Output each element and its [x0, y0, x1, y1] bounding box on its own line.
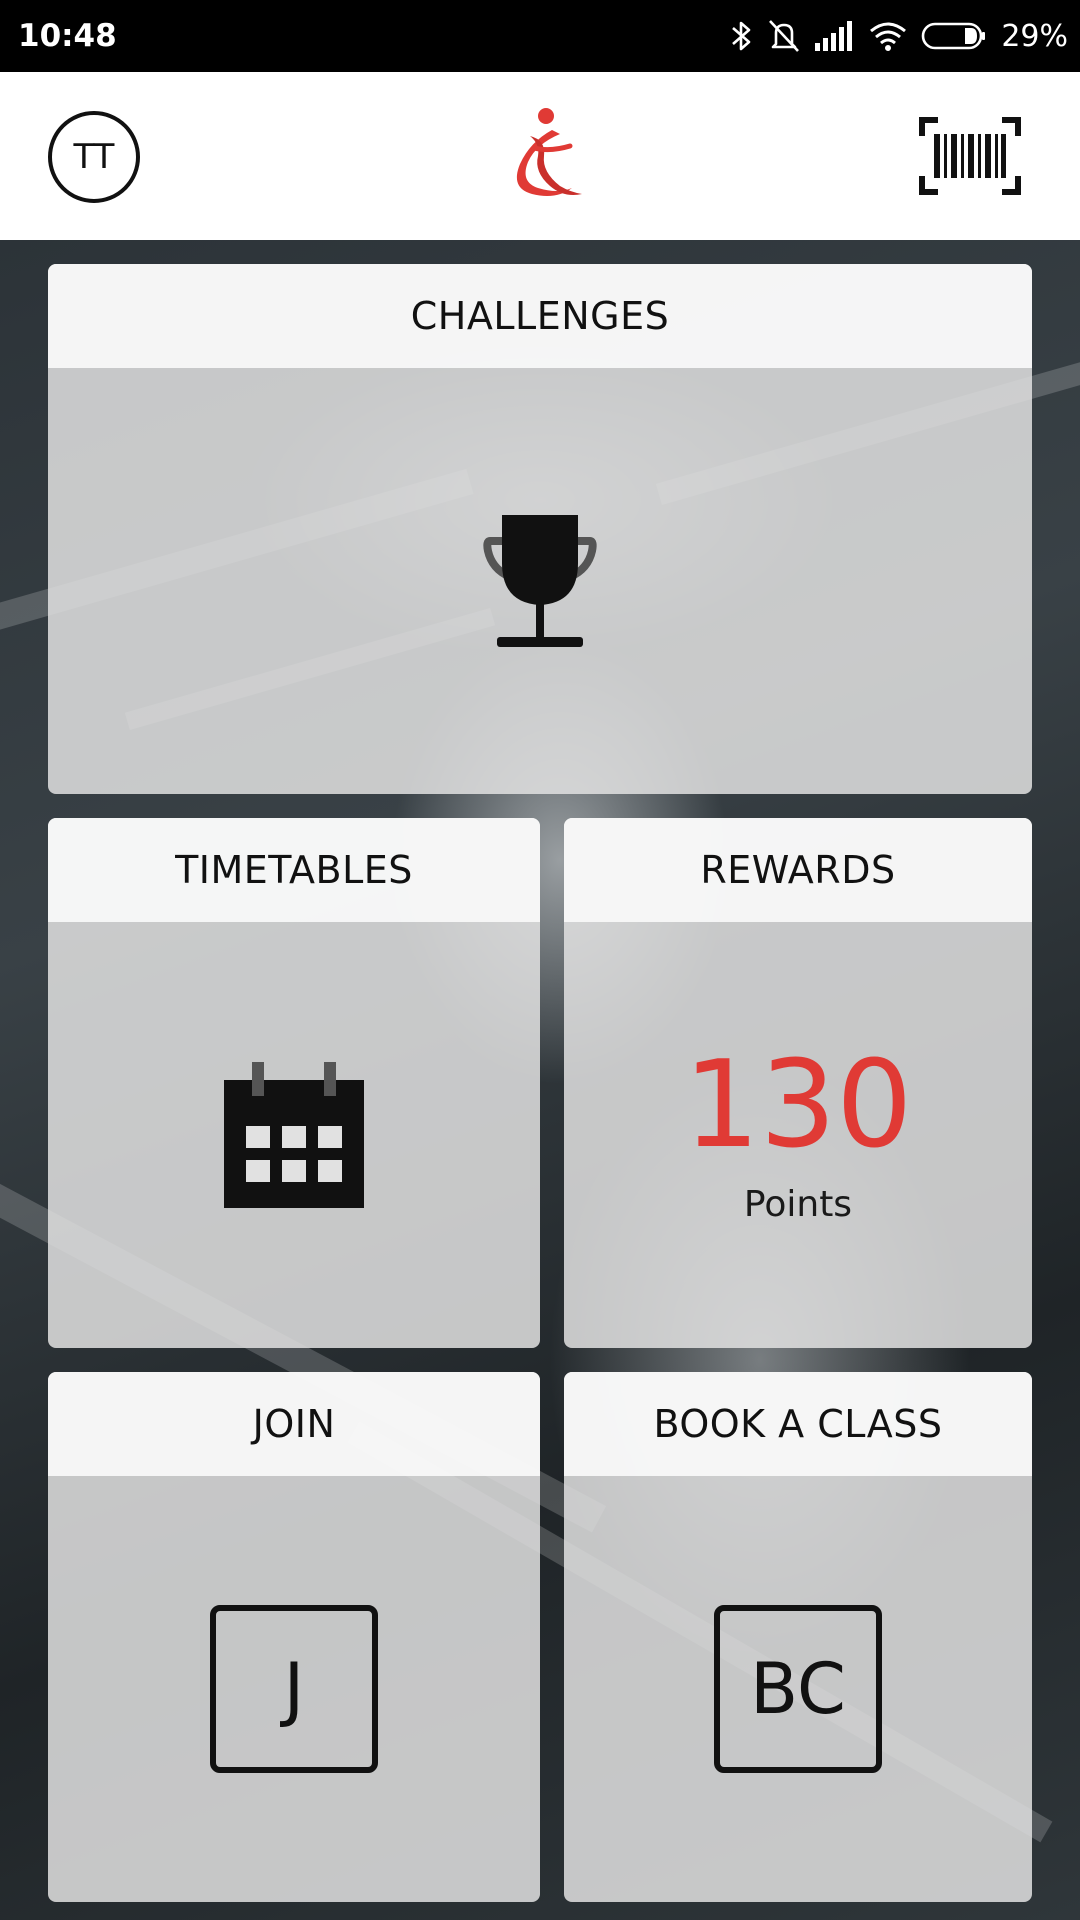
timetables-title: TIMETABLES [48, 818, 540, 922]
status-bar: 10:48 29% [0, 0, 1080, 72]
rewards-tile[interactable]: REWARDS 130 Points [564, 818, 1032, 1348]
avatar-initials: TT [73, 137, 115, 177]
book-a-class-icon: BC [714, 1605, 882, 1773]
challenges-tile[interactable]: CHALLENGES [48, 264, 1032, 794]
book-a-class-tile[interactable]: BOOK A CLASS BC [564, 1372, 1032, 1902]
signal-icon [815, 21, 855, 51]
rewards-title: REWARDS [564, 818, 1032, 922]
brand-logo [516, 108, 582, 196]
points-label: Points [743, 1183, 853, 1225]
join-icon: J [210, 1605, 378, 1773]
battery-icon [921, 21, 987, 51]
barcode-button[interactable] [918, 116, 1022, 196]
timetables-tile[interactable]: TIMETABLES [48, 818, 540, 1348]
join-title: JOIN [48, 1372, 540, 1476]
status-icons: 29% [731, 0, 1068, 72]
join-tile[interactable]: JOIN J [48, 1372, 540, 1902]
join-icon-text: J [283, 1648, 305, 1730]
battery-percent: 29% [1001, 18, 1068, 54]
status-time: 10:48 [18, 18, 117, 54]
challenges-title: CHALLENGES [48, 264, 1032, 368]
challenges-body [48, 368, 1032, 794]
points-value: 130 [683, 1035, 913, 1175]
bluetooth-icon [731, 18, 753, 54]
book-a-class-icon-text: BC [750, 1648, 846, 1730]
avatar[interactable]: TT [48, 111, 140, 203]
wifi-icon [869, 21, 907, 51]
trophy-icon [483, 515, 597, 647]
book-a-class-title: BOOK A CLASS [564, 1372, 1032, 1476]
mute-icon [767, 18, 801, 54]
join-body: J [48, 1476, 540, 1902]
calendar-icon [224, 1062, 364, 1208]
rewards-body: 130 Points [564, 922, 1032, 1348]
app-header: TT [0, 72, 1080, 240]
timetables-body [48, 922, 540, 1348]
book-a-class-body: BC [564, 1476, 1032, 1902]
barcode-icon [919, 117, 1021, 195]
